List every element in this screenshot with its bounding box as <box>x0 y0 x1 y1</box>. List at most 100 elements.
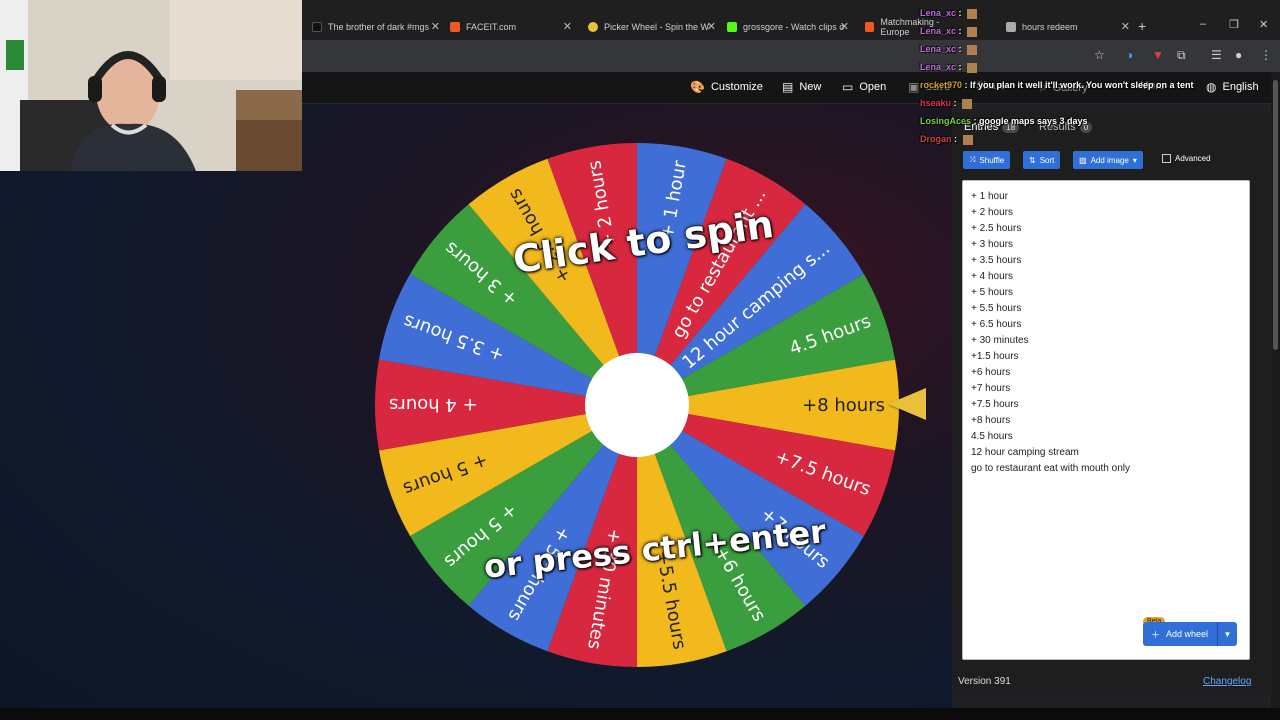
chat-separator: : <box>956 62 965 72</box>
tab-title: FACEIT.com <box>466 22 517 32</box>
screen: The brother of dark #mgs ✕ FACEIT.com ✕ … <box>0 0 1280 720</box>
entry-line[interactable]: + 6.5 hours <box>971 319 1021 330</box>
palette-icon: 🎨 <box>690 80 705 94</box>
emote-icon <box>967 44 978 55</box>
faceit-icon <box>865 22 875 32</box>
chat-username: hseaku <box>920 98 952 108</box>
close-icon[interactable]: ✕ <box>563 20 572 33</box>
chat-message: rocket970 : If you plan it well it'll wo… <box>920 80 1194 90</box>
maximize-button[interactable]: ❐ <box>1229 18 1239 31</box>
entry-line[interactable]: 12 hour camping stream <box>971 447 1079 458</box>
chat-separator: : <box>971 116 980 126</box>
chat-separator: : <box>951 98 960 108</box>
entry-line[interactable]: +6 hours <box>971 367 1010 378</box>
entry-line[interactable]: +7 hours <box>971 383 1010 394</box>
chat-username: Lena_xc <box>920 26 957 36</box>
sort-icon: ⇅ <box>1029 155 1036 165</box>
puzzle-icon[interactable]: ⧉ <box>1177 48 1186 63</box>
changelog-link[interactable]: Changelog <box>1203 676 1251 687</box>
tab-title: The brother of dark #mgs <box>328 22 430 32</box>
entry-line[interactable]: + 5 hours <box>971 287 1013 298</box>
entry-line[interactable]: + 2 hours <box>971 207 1013 218</box>
sort-button[interactable]: ⇅ Sort <box>1023 151 1061 169</box>
chevron-down-icon[interactable]: ▼ <box>1217 622 1237 646</box>
wheel-center-hub[interactable] <box>585 353 689 457</box>
page-scrollbar[interactable] <box>1271 72 1280 712</box>
shuffle-label: Shuffle <box>979 155 1005 165</box>
extension-icon[interactable]: ▼ <box>1152 48 1164 62</box>
chat-username: Lena_xc <box>920 44 957 54</box>
scrollbar-thumb[interactable] <box>1273 80 1278 350</box>
entry-line[interactable]: + 5.5 hours <box>971 303 1021 314</box>
close-icon[interactable]: ✕ <box>707 20 716 33</box>
browser-tab[interactable]: Picker Wheel - Spin the W ✕ <box>588 16 716 38</box>
emote-icon <box>967 26 978 37</box>
reading-list-icon[interactable]: ☰ <box>1211 48 1222 62</box>
menu-icon[interactable]: ⋮ <box>1260 48 1272 62</box>
chat-message: LosingAces : google maps says 3 days <box>920 116 1088 126</box>
plus-icon: ＋ <box>1151 629 1161 640</box>
chat-message: Lena_xc : <box>920 8 978 19</box>
checkbox-box[interactable] <box>1162 154 1171 163</box>
emote-icon <box>967 62 978 73</box>
bottom-strip <box>0 708 1280 720</box>
chat-separator: : <box>951 134 960 144</box>
close-icon[interactable]: ✕ <box>840 20 849 33</box>
tiktok-icon <box>312 22 322 32</box>
page-icon <box>1006 22 1016 32</box>
minimize-button[interactable]: – <box>1200 18 1206 30</box>
profile-icon[interactable]: ● <box>1235 48 1242 62</box>
chat-username: Lena_xc <box>920 8 957 18</box>
entry-line[interactable]: + 2.5 hours <box>971 223 1021 234</box>
entry-line[interactable]: +1.5 hours <box>971 351 1019 362</box>
chat-username: Lena_xc <box>920 62 957 72</box>
wheel-pointer <box>888 388 926 420</box>
new-tab-button[interactable]: + <box>1138 18 1146 34</box>
close-icon[interactable]: ✕ <box>1121 20 1130 33</box>
advanced-checkbox[interactable]: Advanced <box>1162 154 1211 163</box>
close-window-button[interactable]: ✕ <box>1259 18 1268 31</box>
customize-button[interactable]: 🎨 Customize <box>690 80 763 94</box>
chat-text: google maps says 3 days <box>979 116 1088 126</box>
browser-tab[interactable]: FACEIT.com ✕ <box>450 16 572 38</box>
chat-message: Lena_xc : <box>920 44 978 55</box>
entry-line[interactable]: + 3.5 hours <box>971 255 1021 266</box>
emote-icon <box>967 8 978 19</box>
add-wheel-button[interactable]: ＋ Add wheel ▼ <box>1143 622 1237 646</box>
entry-line[interactable]: + 1 hour <box>971 191 1008 202</box>
chat-username: rocket970 <box>920 80 963 90</box>
emote-icon <box>962 98 973 109</box>
entries-textarea[interactable]: + 1 hour + 2 hours + 2.5 hours + 3 hours + 3… <box>962 180 1250 660</box>
open-button[interactable]: ▭ Open <box>842 80 886 94</box>
entry-line[interactable]: 4.5 hours <box>971 431 1013 442</box>
add-image-button[interactable]: ▨ Add image ▾ <box>1073 151 1143 169</box>
chat-username: LosingAces <box>920 116 972 126</box>
chat-message: Drogan : <box>920 134 973 145</box>
tab-title: hours redeem <box>1022 22 1078 32</box>
browser-tab[interactable]: grossgore - Watch clips o ✕ <box>727 16 849 38</box>
entry-line[interactable]: + 30 minutes <box>971 335 1029 346</box>
entry-line[interactable]: +7.5 hours <box>971 399 1019 410</box>
open-label: Open <box>859 81 887 93</box>
folder-icon: ▭ <box>842 80 854 94</box>
entry-line[interactable]: + 3 hours <box>971 239 1013 250</box>
language-button[interactable]: ◍ English <box>1206 80 1259 94</box>
entry-line[interactable]: go to restaurant eat with mouth only <box>971 463 1130 474</box>
browser-tab-active[interactable]: hours redeem ✕ <box>1006 16 1130 38</box>
extension-icon[interactable]: ◗ <box>1127 48 1134 62</box>
entry-line[interactable]: +8 hours <box>971 415 1010 426</box>
new-button[interactable]: ▤ New <box>782 80 821 94</box>
entry-line[interactable]: + 4 hours <box>971 271 1013 282</box>
browser-tab[interactable]: The brother of dark #mgs ✕ <box>312 16 440 38</box>
emote-icon <box>962 134 973 145</box>
tab-title: grossgore - Watch clips o <box>743 22 845 32</box>
close-icon[interactable]: ✕ <box>431 20 440 33</box>
shuffle-icon: ⤨ <box>969 155 976 164</box>
globe-icon: ◍ <box>1206 80 1217 94</box>
add-wheel-label: Add wheel <box>1166 629 1209 639</box>
chat-message: Lena_xc : <box>920 26 978 37</box>
bookmark-star-icon[interactable]: ☆ <box>1094 48 1105 62</box>
version-label: Version 391 <box>958 676 1011 687</box>
chat-text: If you plan it well it'll work. You won'… <box>970 80 1194 90</box>
shuffle-button[interactable]: ⤨ Shuffle <box>963 151 1011 169</box>
